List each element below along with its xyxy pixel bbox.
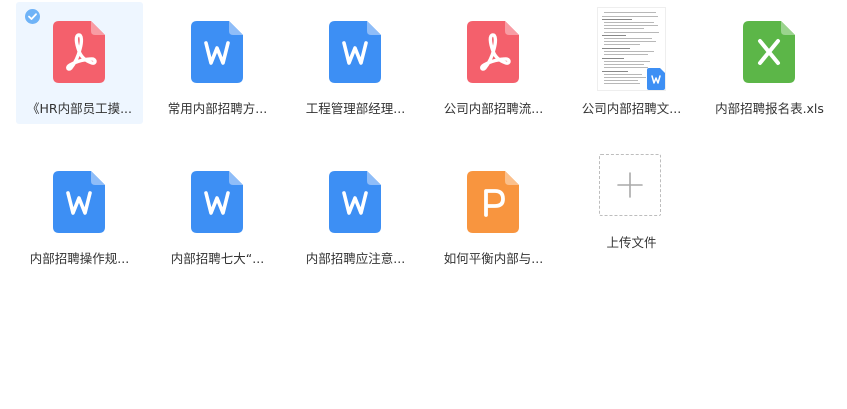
upload-button[interactable]	[599, 154, 661, 216]
file-tile[interactable]: 内部招聘应注意...	[292, 152, 419, 274]
file-tile[interactable]: 内部招聘操作规...	[16, 152, 143, 274]
file-name: 内部招聘七大“...	[170, 251, 265, 266]
word-file-icon	[191, 171, 243, 233]
selected-check-icon[interactable]	[25, 9, 40, 24]
word-file-icon	[53, 171, 105, 233]
upload-label: 上传文件	[606, 235, 657, 250]
file-grid: 《HR内部员工摸... 常用内部招聘方... 工程管理部经理... 公司内部招聘…	[16, 2, 844, 287]
pdf-file-icon	[53, 21, 105, 83]
file-tile[interactable]: 常用内部招聘方...	[154, 2, 281, 124]
file-name: 公司内部招聘流...	[443, 101, 544, 116]
file-name: 公司内部招聘文...	[581, 101, 682, 116]
file-tile[interactable]: 公司内部招聘文...	[568, 2, 695, 124]
pdf-file-icon	[467, 21, 519, 83]
file-tile[interactable]: 《HR内部员工摸...	[16, 2, 143, 124]
file-row-2: 内部招聘操作规... 内部招聘七大“... 内部招聘应注意... 如何平衡内部与…	[16, 152, 844, 287]
file-name: 《HR内部员工摸...	[26, 101, 132, 116]
file-tile[interactable]: 内部招聘报名表.xls	[706, 2, 833, 124]
ppt-file-icon	[467, 171, 519, 233]
file-tile[interactable]: 如何平衡内部与...	[430, 152, 557, 274]
file-tile[interactable]: 工程管理部经理...	[292, 2, 419, 124]
file-tile[interactable]: 内部招聘七大“...	[154, 152, 281, 274]
document-thumbnail	[598, 8, 665, 90]
file-name: 内部招聘操作规...	[29, 251, 130, 266]
file-tile[interactable]: 公司内部招聘流...	[430, 2, 557, 124]
word-badge-icon	[647, 68, 665, 90]
file-name: 内部招聘报名表.xls	[715, 101, 824, 116]
upload-file-tile[interactable]: 上传文件	[568, 152, 695, 274]
file-name: 工程管理部经理...	[305, 101, 406, 116]
word-file-icon	[329, 171, 381, 233]
file-name: 常用内部招聘方...	[167, 101, 268, 116]
file-name: 如何平衡内部与...	[443, 251, 544, 266]
plus-icon	[617, 172, 643, 198]
word-file-icon	[191, 21, 243, 83]
file-row-1: 《HR内部员工摸... 常用内部招聘方... 工程管理部经理... 公司内部招聘…	[16, 2, 844, 137]
excel-file-icon	[743, 21, 795, 83]
word-file-icon	[329, 21, 381, 83]
file-name: 内部招聘应注意...	[305, 251, 406, 266]
